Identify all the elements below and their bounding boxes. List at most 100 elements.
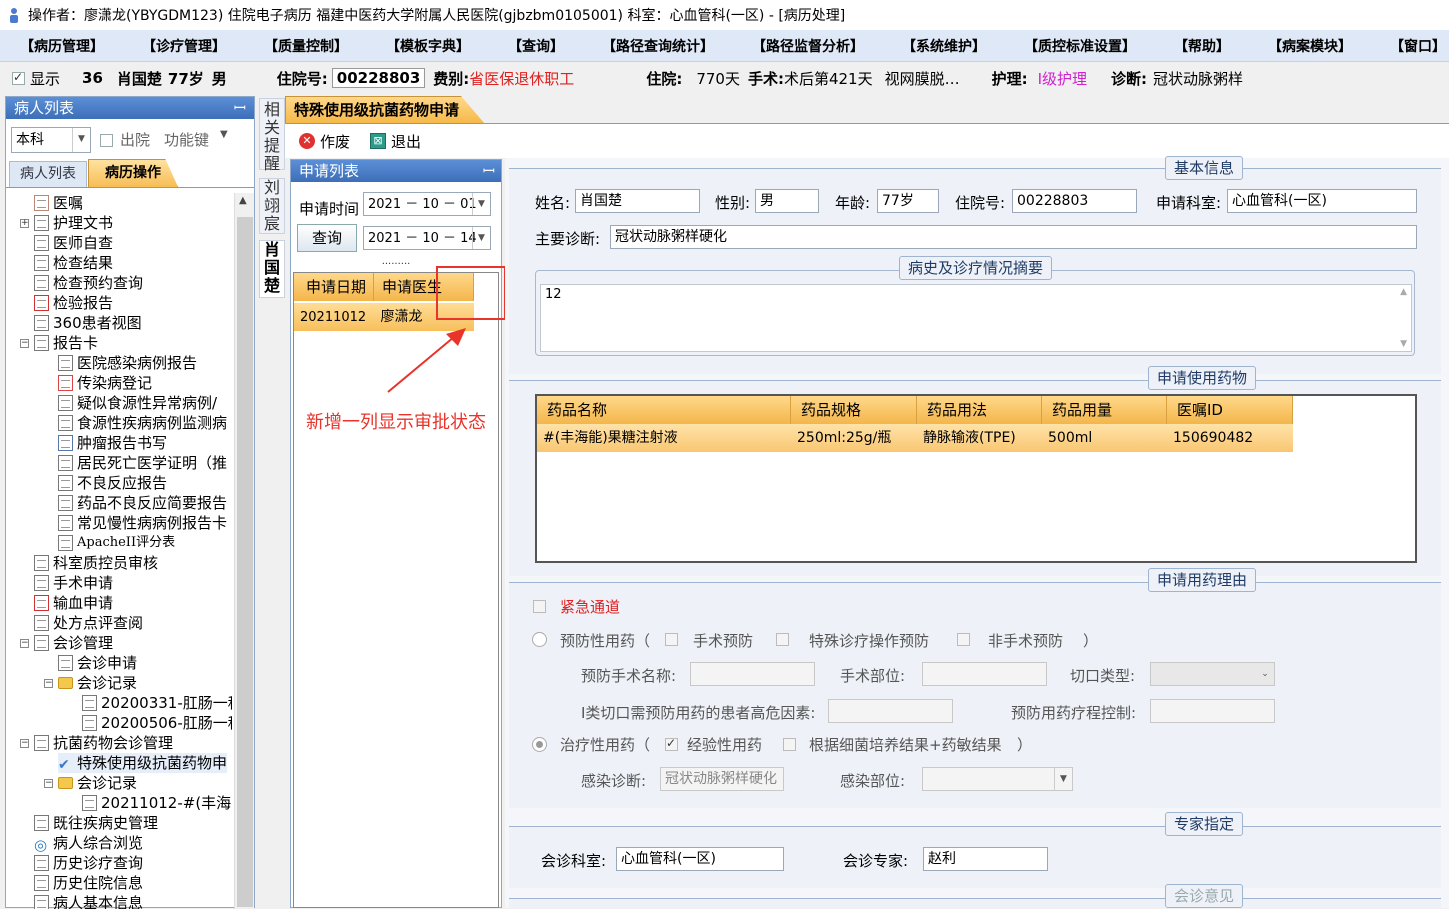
tree-item-qc-review[interactable]: 科室质控员审核	[34, 553, 158, 573]
tree-item-special-antibiotic[interactable]: ✔ 特殊使用级抗菌药物申	[58, 753, 228, 773]
scroll-down-icon[interactable]: ▼	[1400, 339, 1407, 349]
history-textarea[interactable]: 12 ▲ ▼	[540, 284, 1412, 352]
special-prevent-checkbox[interactable]	[776, 633, 789, 646]
tree-item-exam-booking[interactable]: 检查预约查询	[34, 273, 143, 293]
infection-diagnosis-field[interactable]: 冠状动脉粥样硬化	[660, 767, 784, 791]
sex-field[interactable]: 男	[755, 189, 819, 213]
calendar-dropdown-icon[interactable]: ▼	[472, 227, 490, 249]
date-to-picker[interactable]: 2021 － 10 － 14 ▼	[363, 226, 491, 250]
function-key-menu[interactable]: 功能键	[164, 129, 209, 150]
name-field[interactable]: 肖国楚	[575, 189, 700, 213]
col-drug-spec[interactable]: 药品规格	[791, 396, 917, 424]
collapse-icon[interactable]: −	[20, 639, 29, 648]
drug-row-dose[interactable]: 500ml	[1042, 424, 1167, 452]
consult-expert-field[interactable]: 赵利	[923, 847, 1048, 871]
course-control-field[interactable]	[1150, 699, 1275, 723]
tree-item-consult-records[interactable]: 会诊记录	[58, 673, 137, 693]
tab-record-operations[interactable]: 病历操作	[88, 159, 178, 187]
tree-item-disease-history[interactable]: 既往疾病史管理	[34, 813, 158, 833]
calendar-dropdown-icon[interactable]: ▼	[472, 193, 490, 215]
drug-row-order-id[interactable]: 150690482	[1167, 424, 1293, 452]
menu-path-analysis[interactable]: 【路径监督分析】	[752, 36, 864, 56]
tree-scrollbar[interactable]: ▲	[234, 193, 254, 909]
urgent-checkbox[interactable]	[533, 600, 546, 613]
collapse-icon[interactable]: −	[44, 779, 53, 788]
tree-item-orders[interactable]: 医嘱	[34, 193, 83, 213]
surgery-site-field[interactable]	[922, 662, 1047, 686]
empirical-checkbox[interactable]	[665, 736, 678, 751]
col-apply-date[interactable]: 申请日期	[294, 273, 374, 301]
menu-diagnosis-mgmt[interactable]: 【诊疗管理】	[142, 36, 226, 56]
menu-system[interactable]: 【系统维护】	[902, 36, 986, 56]
tree-item-surgery-request[interactable]: 手术申请	[34, 573, 113, 593]
tree-item-patient-basic[interactable]: 病人基本信息	[34, 893, 143, 909]
consult-dept-field[interactable]: 心血管科(一区)	[616, 847, 784, 871]
infection-site-select[interactable]: ▼	[922, 767, 1073, 791]
nonsurgery-prevent-checkbox[interactable]	[957, 633, 970, 646]
tree-item-consult-mgmt[interactable]: 会诊管理	[34, 633, 113, 653]
tree-item-antibiotic-consult[interactable]: 抗菌药物会诊管理	[34, 733, 173, 753]
tree-item-chronic-disease[interactable]: 常见慢性病病例报告卡	[58, 513, 227, 533]
menu-window[interactable]: 【窗口】	[1390, 36, 1446, 56]
menu-case-module[interactable]: 【病案模块】	[1268, 36, 1352, 56]
tree-item-report-card[interactable]: 报告卡	[34, 333, 98, 353]
tab-patient-list[interactable]: 病人列表	[9, 161, 87, 187]
main-diagnosis-field[interactable]: 冠状动脉粥样硬化	[610, 225, 1417, 249]
void-button[interactable]: ✕ 作废	[299, 131, 350, 152]
tree-item-infectious-disease[interactable]: 传染病登记	[58, 373, 152, 393]
tree-item-foodborne-suspect[interactable]: 疑似食源性异常病例/	[58, 393, 217, 413]
tree-item-360-view[interactable]: 360患者视图	[34, 313, 142, 333]
drug-row-name[interactable]: #(丰海能)果糖注射液	[537, 424, 791, 452]
discharged-checkbox[interactable]	[100, 134, 113, 147]
menu-help[interactable]: 【帮助】	[1174, 36, 1230, 56]
tree-item-exam-results[interactable]: 检查结果	[34, 253, 113, 273]
tree-item-patient-overview[interactable]: ◎ 病人综合浏览	[34, 833, 143, 854]
pin-icon[interactable]: ꟷ	[483, 160, 495, 182]
menu-query[interactable]: 【查询】	[508, 36, 564, 56]
tree-item-consult-record-1[interactable]: 20200331-肛肠一科	[82, 693, 232, 713]
menu-record-mgmt[interactable]: 【病历管理】	[20, 36, 104, 56]
exit-button[interactable]: ⊠ 退出	[370, 131, 421, 152]
dept-select[interactable]: 本科 ▼	[11, 127, 91, 153]
risk-factor-field[interactable]	[828, 699, 953, 723]
menu-path-stats[interactable]: 【路径查询统计】	[602, 36, 714, 56]
tab-special-antibiotic-request[interactable]: 特殊使用级抗菌药物申请	[285, 96, 485, 124]
vtab-patient-xiao[interactable]: 肖国楚	[259, 240, 285, 298]
culture-checkbox[interactable]	[783, 738, 796, 751]
tree-item-death-certificate[interactable]: 居民死亡医学证明（推	[58, 453, 227, 473]
tree-item-history-admission[interactable]: 历史住院信息	[34, 873, 143, 893]
tree-item-lab-report[interactable]: 检验报告	[34, 293, 113, 313]
surgery-prevent-checkbox[interactable]	[665, 633, 678, 646]
tree-item-foodborne-monitor[interactable]: 食源性疾病病例监测病	[58, 413, 227, 433]
prevent-surgery-field[interactable]	[690, 662, 815, 686]
tree-scrollbar-thumb[interactable]	[237, 217, 253, 907]
collapse-icon[interactable]: −	[20, 339, 29, 348]
col-order-id[interactable]: 医嘱ID	[1167, 396, 1293, 424]
tree-item-apache-score[interactable]: ApacheII评分表	[58, 533, 175, 553]
admission-no-input[interactable]: 00228803	[1012, 189, 1137, 213]
tree-item-adverse-reaction[interactable]: 不良反应报告	[58, 473, 167, 493]
collapse-icon[interactable]: −	[44, 679, 53, 688]
treat-radio[interactable]	[532, 737, 547, 752]
menu-qc-standard[interactable]: 【质控标准设置】	[1024, 36, 1136, 56]
drug-row-spec[interactable]: 250ml:25g/瓶	[791, 424, 917, 452]
tree-item-history-diagnosis[interactable]: 历史诊疗查询	[34, 853, 143, 873]
tree-item-self-check[interactable]: 医师自查	[34, 233, 113, 253]
prevent-radio[interactable]	[532, 632, 547, 647]
vtab-related-reminders[interactable]: 相关提醒	[259, 98, 285, 173]
col-drug-usage[interactable]: 药品用法	[917, 396, 1042, 424]
tree-item-prescription-review[interactable]: 处方点评查阅	[34, 613, 143, 633]
tree-item-consult-request[interactable]: 会诊申请	[58, 653, 137, 673]
query-button[interactable]: 查询	[297, 224, 357, 252]
date-from-picker[interactable]: 2021 － 10 － 01 ▼	[363, 192, 491, 216]
col-drug-dose[interactable]: 药品用量	[1042, 396, 1167, 424]
col-drug-name[interactable]: 药品名称	[537, 396, 791, 424]
collapse-icon[interactable]: −	[20, 739, 29, 748]
tree-item-transfusion-request[interactable]: 输血申请	[34, 593, 113, 613]
show-checkbox[interactable]	[12, 70, 25, 85]
tree-item-drug-adverse[interactable]: 药品不良反应简要报告	[58, 493, 227, 513]
apply-dept-field[interactable]: 心血管科(一区)	[1227, 189, 1417, 213]
drug-row-usage[interactable]: 静脉输液(TPE)	[917, 424, 1042, 452]
scroll-up-icon[interactable]: ▲	[1400, 287, 1407, 297]
vtab-patient-liu[interactable]: 刘翊宸	[259, 178, 285, 234]
